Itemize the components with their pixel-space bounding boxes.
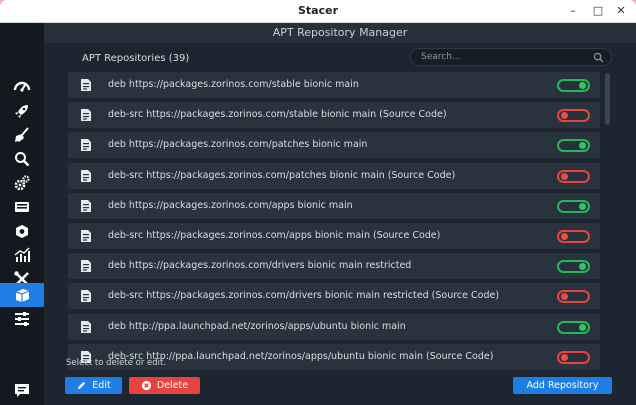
add-repository-button-label: Add Repository — [526, 380, 599, 391]
toggle-knob — [579, 142, 586, 149]
repository-row[interactable]: deb-src https://packages.zorinos.com/dri… — [68, 283, 600, 309]
repository-row[interactable]: deb https://packages.zorinos.com/apps bi… — [68, 193, 600, 219]
title-bar: Stacer – □ ✕ — [0, 0, 636, 23]
resources-icon — [14, 247, 30, 262]
search-box — [410, 48, 612, 66]
delete-button[interactable]: Delete — [129, 377, 200, 394]
repository-toggle[interactable] — [557, 139, 590, 152]
gears-icon — [14, 175, 30, 191]
repository-label: deb-src https://packages.zorinos.com/sta… — [108, 109, 447, 120]
repository-toggle[interactable] — [557, 351, 590, 364]
rocket-icon — [15, 105, 28, 118]
repository-label: deb https://packages.zorinos.com/drivers… — [108, 260, 412, 271]
file-icon — [81, 260, 91, 272]
repository-row[interactable]: deb https://packages.zorinos.com/patches… — [68, 132, 600, 158]
pencil-icon — [78, 381, 86, 390]
search-icon[interactable] — [593, 52, 604, 63]
toggle-knob — [561, 112, 568, 119]
repository-toggle[interactable] — [557, 79, 590, 92]
file-icon — [81, 290, 91, 302]
repository-toggle[interactable] — [557, 260, 590, 273]
settings-icon — [15, 312, 29, 326]
repository-label: deb-src https://packages.zorinos.com/pat… — [108, 170, 456, 181]
sidebar-item-processes[interactable] — [0, 195, 44, 219]
delete-icon — [141, 380, 151, 391]
sidebar-item-resources[interactable] — [0, 243, 44, 267]
broom-icon — [15, 127, 29, 142]
repository-row[interactable]: deb https://packages.zorinos.com/drivers… — [68, 253, 600, 279]
toggle-knob — [579, 82, 586, 89]
file-icon — [81, 230, 91, 242]
repository-row[interactable]: deb-src https://packages.zorinos.com/sta… — [68, 102, 600, 128]
sidebar — [0, 23, 44, 405]
uninstaller-icon — [16, 225, 28, 238]
toggle-knob — [561, 354, 568, 361]
edit-button-label: Edit — [92, 380, 111, 391]
sidebar-item-dashboard[interactable] — [0, 75, 44, 99]
repository-label: deb https://packages.zorinos.com/patches… — [108, 139, 368, 150]
repository-toggle[interactable] — [557, 170, 590, 183]
search-input[interactable] — [421, 50, 581, 64]
repository-toggle[interactable] — [557, 200, 590, 213]
file-icon — [81, 109, 91, 121]
edit-button[interactable]: Edit — [65, 377, 122, 394]
repository-list-scrollbar[interactable] — [605, 73, 610, 373]
repository-row[interactable]: deb-src https://packages.zorinos.com/pat… — [68, 163, 600, 189]
sidebar-item-search[interactable] — [0, 147, 44, 171]
file-icon — [81, 79, 91, 91]
selection-hint: Select to delete or edit. — [66, 358, 167, 368]
repository-toggle[interactable] — [557, 321, 590, 334]
file-icon — [81, 170, 91, 182]
dashboard-icon — [13, 81, 31, 92]
sidebar-item-startup[interactable] — [0, 99, 44, 123]
repository-label: deb-src https://packages.zorinos.com/dri… — [108, 290, 500, 301]
close-button[interactable]: ✕ — [614, 4, 628, 18]
toggle-knob — [579, 263, 586, 270]
window-title: Stacer — [297, 4, 338, 17]
search-icon — [15, 152, 30, 167]
toggle-knob — [579, 324, 586, 331]
file-icon — [81, 321, 91, 333]
sidebar-item-uninstaller[interactable] — [0, 219, 44, 243]
maximize-button[interactable]: □ — [591, 4, 605, 18]
repository-label: deb-src https://packages.zorinos.com/app… — [108, 230, 441, 241]
file-icon — [81, 139, 91, 151]
repository-toggle[interactable] — [557, 109, 590, 122]
repository-label: deb http://ppa.launchpad.net/zorinos/app… — [108, 321, 406, 332]
repositories-count-label: APT Repositories (39) — [82, 53, 190, 64]
repository-toggle[interactable] — [557, 230, 590, 243]
repository-list: deb https://packages.zorinos.com/stable … — [68, 72, 600, 374]
repository-toggle[interactable] — [557, 290, 590, 303]
repository-row[interactable]: deb-src https://packages.zorinos.com/app… — [68, 223, 600, 249]
page-title: APT Repository Manager — [44, 23, 636, 43]
file-icon — [81, 200, 91, 212]
sidebar-item-cleaner[interactable] — [0, 123, 44, 147]
minimize-button[interactable]: – — [566, 4, 580, 18]
toggle-knob — [561, 293, 568, 300]
repository-label: deb https://packages.zorinos.com/stable … — [108, 79, 359, 90]
stacer-window: Stacer – □ ✕ APT Repository Manager APT … — [0, 0, 636, 405]
feedback-icon — [15, 384, 29, 397]
sidebar-item-services[interactable] — [0, 171, 44, 195]
scrollbar-thumb[interactable] — [605, 73, 610, 125]
sidebar-item-settings[interactable] — [0, 307, 44, 331]
repository-row[interactable]: deb http://ppa.launchpad.net/zorinos/app… — [68, 314, 600, 340]
toggle-knob — [561, 233, 568, 240]
main-content: APT Repository Manager APT Repositories … — [44, 23, 636, 405]
repository-row[interactable]: deb https://packages.zorinos.com/stable … — [68, 72, 600, 98]
sidebar-item-feedback[interactable] — [0, 378, 44, 402]
toggle-knob — [561, 173, 568, 180]
apt-repository-icon — [15, 289, 30, 302]
processes-icon — [15, 202, 29, 212]
repository-label: deb https://packages.zorinos.com/apps bi… — [108, 200, 353, 211]
add-repository-button[interactable]: Add Repository — [513, 377, 612, 394]
toggle-knob — [579, 203, 586, 210]
sidebar-item-apt-repository[interactable] — [0, 283, 44, 307]
delete-button-label: Delete — [156, 380, 189, 391]
